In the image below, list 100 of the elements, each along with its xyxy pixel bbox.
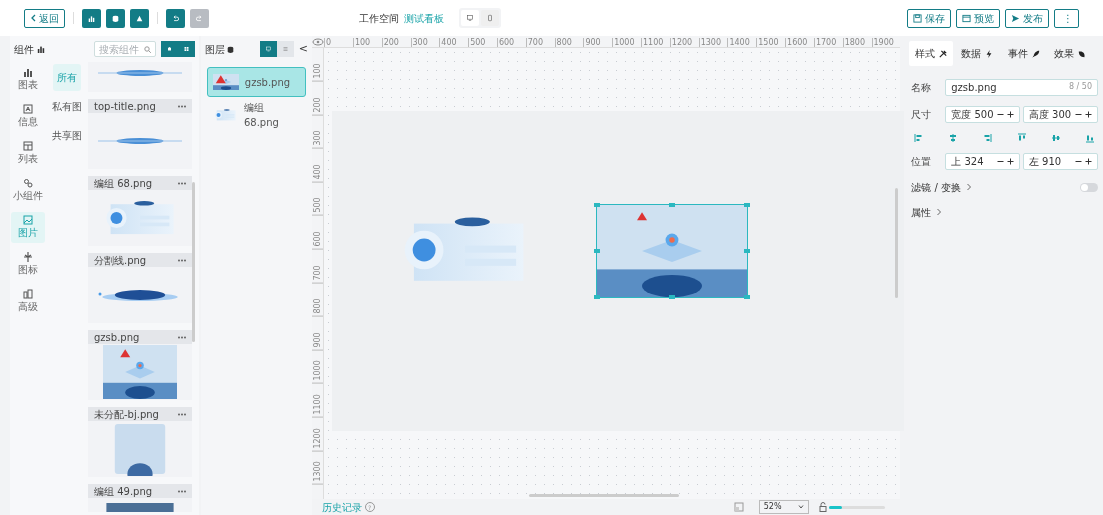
resize-handle[interactable]: [744, 203, 751, 207]
align-right-icon[interactable]: [982, 132, 993, 143]
asset-name: 未分配-bj.png: [94, 407, 159, 422]
plus-icon[interactable]: [1007, 110, 1015, 118]
number-field[interactable]: 宽度 500: [945, 105, 1021, 123]
filter-item[interactable]: 私有图: [47, 93, 86, 120]
bar-chart-icon[interactable]: [88, 13, 95, 23]
mobile-view-button[interactable]: [481, 10, 499, 26]
desktop-view-button[interactable]: [461, 10, 479, 26]
board-link[interactable]: 测试看板: [404, 10, 444, 26]
align-top-icon[interactable]: [1016, 132, 1027, 143]
ruler-label: 900: [583, 38, 613, 47]
undo-icon[interactable]: [172, 13, 179, 23]
save-button[interactable]: 保存: [907, 8, 951, 28]
align-hcenter-icon[interactable]: [948, 132, 959, 143]
plane-icon[interactable]: [22, 252, 33, 262]
send-icon[interactable]: [1011, 13, 1020, 23]
resize-handle[interactable]: [669, 295, 676, 299]
more-icon[interactable]: [178, 412, 186, 416]
more-icon[interactable]: [178, 181, 186, 185]
canvas-image[interactable]: [597, 205, 748, 297]
ruler-label: 1200: [669, 38, 699, 47]
more-icon[interactable]: [178, 104, 186, 108]
zoom-select[interactable]: 52%: [758, 500, 809, 514]
image-icon[interactable]: [22, 215, 33, 225]
monitor-icon[interactable]: [467, 13, 473, 23]
number-field[interactable]: 左 910: [1022, 152, 1098, 170]
plus-icon[interactable]: [1085, 157, 1092, 165]
align-left-icon[interactable]: [913, 132, 924, 143]
ruler-label: 500: [468, 38, 497, 47]
number-field[interactable]: 高度 300: [1022, 105, 1098, 123]
tab[interactable]: 样式: [908, 41, 953, 66]
shapes-icon[interactable]: [136, 13, 143, 23]
ruler-label: 1000: [612, 38, 641, 47]
publish-button[interactable]: 发布: [1005, 8, 1049, 28]
more-icon[interactable]: [178, 258, 186, 262]
category-nav-item[interactable]: 列表: [10, 138, 45, 169]
tab[interactable]: 数据: [955, 41, 1000, 66]
section-toggle[interactable]: 属性: [911, 204, 932, 220]
window-icon[interactable]: [962, 13, 971, 23]
more-button[interactable]: ⋮: [1054, 8, 1079, 28]
ruler-label: 1400: [727, 38, 757, 47]
name-field[interactable]: gzsb.png 8 / 50: [945, 78, 1098, 96]
gears-icon[interactable]: [22, 178, 33, 188]
unlock-icon[interactable]: [818, 502, 827, 512]
tools-icon[interactable]: [938, 49, 947, 58]
layer-item[interactable]: 编组 68.png: [206, 99, 307, 130]
search-icon: [143, 45, 151, 53]
asset-name: 编组 49.png: [94, 484, 153, 499]
field-label: 位置: [911, 154, 933, 169]
cube-icon[interactable]: [166, 45, 172, 53]
more-icon[interactable]: [178, 489, 186, 493]
ruler-label: 1100: [641, 38, 670, 47]
floppy-icon[interactable]: [913, 13, 922, 23]
filter-item[interactable]: 共享图: [47, 122, 86, 149]
category-nav-item[interactable]: 图表: [10, 64, 45, 95]
layer-item[interactable]: gzsb.png: [206, 67, 307, 97]
leaf-icon[interactable]: [1078, 49, 1087, 58]
chart-button[interactable]: [82, 8, 101, 28]
preview-button[interactable]: 预览: [956, 8, 1000, 28]
table-icon[interactable]: [22, 141, 33, 151]
category-nav-item[interactable]: 图标: [10, 249, 45, 280]
ruler-label: 600: [312, 215, 324, 250]
box-view-button[interactable]: [160, 41, 178, 57]
phone-icon[interactable]: [487, 13, 493, 23]
tab[interactable]: 效果: [1048, 41, 1093, 66]
ruler-label: 800: [312, 283, 324, 317]
back-button[interactable]: 返回: [24, 8, 65, 28]
resize-handle[interactable]: [594, 203, 601, 207]
building-icon[interactable]: [22, 289, 33, 299]
plus-icon[interactable]: [1007, 157, 1015, 165]
category-nav-item[interactable]: 高级: [10, 286, 45, 317]
resize-handle[interactable]: [669, 203, 676, 207]
resize-handle[interactable]: [744, 295, 751, 299]
more-icon[interactable]: [178, 335, 186, 339]
database-icon[interactable]: [112, 13, 119, 23]
undo-button[interactable]: [166, 8, 185, 28]
toggle-switch[interactable]: [1080, 182, 1098, 192]
align-vcenter-icon[interactable]: [1051, 132, 1062, 143]
resize-handle[interactable]: [594, 249, 601, 253]
bar-chart-icon[interactable]: [22, 67, 33, 77]
monitor-icon[interactable]: [265, 45, 271, 53]
number-field[interactable]: 上 324: [945, 152, 1021, 170]
category-nav-item[interactable]: 小组件: [10, 175, 45, 206]
plus-icon[interactable]: [1085, 110, 1092, 118]
resize-handle[interactable]: [744, 249, 751, 253]
grid-icon[interactable]: [183, 45, 189, 53]
section-toggle[interactable]: 滤镜 / 变换: [911, 179, 961, 195]
category-nav-item[interactable]: 信息: [10, 101, 45, 132]
shapes-button[interactable]: [130, 8, 149, 28]
tab[interactable]: 事件: [1001, 41, 1046, 66]
collapse-button[interactable]: <: [298, 40, 309, 58]
lightning-icon[interactable]: [985, 49, 994, 58]
chevron-down-icon: [797, 505, 804, 509]
ruler-label: 700: [525, 38, 555, 47]
desktop-view-button[interactable]: [259, 41, 277, 57]
resize-handle[interactable]: [594, 295, 601, 299]
text-box-icon[interactable]: [22, 104, 33, 114]
rocket-icon[interactable]: [1031, 49, 1040, 58]
database-button[interactable]: [106, 8, 125, 28]
